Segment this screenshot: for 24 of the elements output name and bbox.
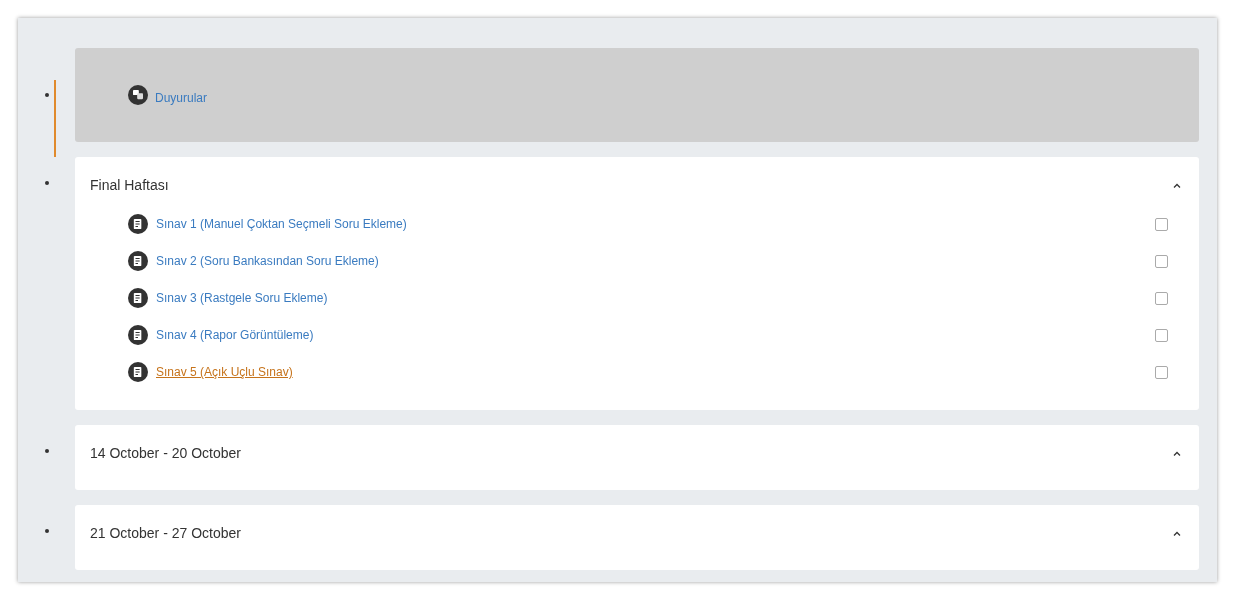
bullet-icon xyxy=(44,449,49,453)
quiz-link[interactable]: Sınav 3 (Rastgele Soru Ekleme) xyxy=(156,289,328,307)
bullet-icon xyxy=(44,93,49,97)
bullet-icon xyxy=(44,529,49,533)
quiz-icon xyxy=(128,214,148,234)
completion-checkbox[interactable] xyxy=(1155,365,1168,379)
section-title: 14 October - 20 October xyxy=(90,444,241,463)
completion-checkbox[interactable] xyxy=(1155,291,1168,305)
completion-checkbox[interactable] xyxy=(1155,254,1168,268)
bullet-icon xyxy=(44,181,49,185)
quiz-link[interactable]: Sınav 5 (Açık Uçlu Sınav) xyxy=(156,363,293,381)
completion-checkbox[interactable] xyxy=(1155,217,1168,231)
quiz-link[interactable]: Sınav 1 (Manuel Çoktan Seçmeli Soru Ekleme) xyxy=(156,215,407,233)
section-title: Final Haftası xyxy=(90,176,169,195)
completion-checkbox[interactable] xyxy=(1155,328,1168,342)
quiz-icon xyxy=(128,362,148,382)
quiz-link[interactable]: Sınav 4 (Rapor Görüntüleme) xyxy=(156,326,314,344)
quiz-icon xyxy=(128,251,148,271)
quiz-icon xyxy=(128,325,148,345)
forum-icon xyxy=(128,85,148,105)
quiz-link[interactable]: Sınav 2 (Soru Bankasından Soru Ekleme) xyxy=(156,252,379,270)
section-title: 21 October - 27 October xyxy=(90,524,241,543)
announcements-link[interactable]: Duyurular xyxy=(155,83,208,107)
quiz-icon xyxy=(128,288,148,308)
